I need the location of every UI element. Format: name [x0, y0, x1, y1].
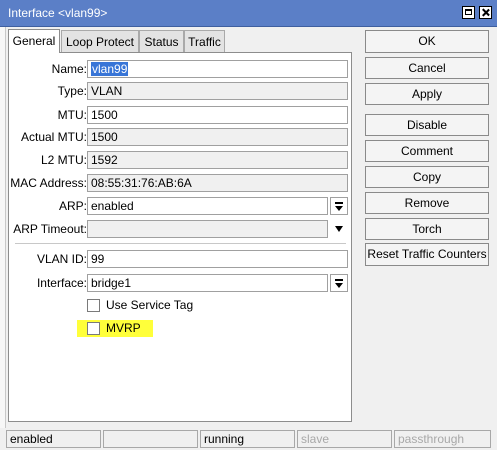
- actual-mtu-label: Actual MTU:: [20, 130, 87, 144]
- interface-label: Interface:: [36, 276, 87, 290]
- disable-button[interactable]: Disable: [365, 114, 489, 136]
- mvrp-label: MVRP: [106, 321, 141, 335]
- status-enabled: enabled: [6, 430, 101, 448]
- vlan-id-row: VLAN ID: 99: [9, 250, 353, 268]
- maximize-icon[interactable]: [462, 6, 475, 19]
- arp-select[interactable]: enabled: [87, 197, 328, 215]
- interface-row: Interface: bridge1: [9, 274, 353, 292]
- vlan-id-input[interactable]: 99: [87, 250, 348, 268]
- l2-mtu-row: L2 MTU: 1592: [9, 151, 353, 169]
- arp-row: ARP: enabled: [9, 197, 353, 215]
- interface-dropdown-icon[interactable]: [330, 274, 348, 292]
- arp-timeout-expand-icon[interactable]: [330, 220, 348, 238]
- apply-button[interactable]: Apply: [365, 83, 489, 105]
- tab-loop-protect[interactable]: Loop Protect: [61, 30, 139, 52]
- l2-mtu-label: L2 MTU:: [40, 153, 87, 167]
- interface-select[interactable]: bridge1: [87, 274, 328, 292]
- type-field: VLAN: [87, 82, 348, 100]
- mac-address-label: MAC Address:: [10, 176, 87, 190]
- reset-traffic-counters-button[interactable]: Reset Traffic Counters: [365, 243, 489, 266]
- name-label: Name:: [51, 62, 87, 76]
- status-empty: [103, 430, 198, 448]
- mtu-label: MTU:: [57, 108, 87, 122]
- divider: [15, 243, 346, 244]
- window-title: Interface <vlan99>: [8, 6, 108, 20]
- l2-mtu-field: 1592: [87, 151, 348, 169]
- type-label: Type:: [57, 84, 87, 98]
- vlan-id-label: VLAN ID:: [36, 252, 87, 266]
- copy-button[interactable]: Copy: [365, 166, 489, 188]
- cancel-button[interactable]: Cancel: [365, 57, 489, 79]
- comment-button[interactable]: Comment: [365, 140, 489, 162]
- use-service-tag-checkbox[interactable]: [87, 299, 100, 312]
- background-window-edge: [0, 27, 6, 450]
- tab-status[interactable]: Status: [139, 30, 184, 52]
- arp-timeout-field[interactable]: [87, 220, 328, 238]
- window-title-bar[interactable]: Interface <vlan99>: [0, 0, 497, 27]
- mac-address-row: MAC Address: 08:55:31:76:AB:6A: [9, 174, 353, 192]
- close-icon[interactable]: [479, 6, 492, 19]
- use-service-tag-label: Use Service Tag: [106, 298, 194, 312]
- tab-general[interactable]: General: [8, 29, 60, 53]
- status-passthrough: passthrough: [394, 430, 491, 448]
- name-value: vlan99: [91, 62, 129, 76]
- type-row: Type: VLAN: [9, 82, 353, 100]
- status-running: running: [200, 430, 295, 448]
- remove-button[interactable]: Remove: [365, 192, 489, 214]
- torch-button[interactable]: Torch: [365, 218, 489, 240]
- arp-label: ARP:: [58, 199, 87, 213]
- mtu-input[interactable]: 1500: [87, 106, 348, 124]
- general-panel: Name: vlan99 Type: VLAN MTU: 1500 Actual…: [8, 52, 352, 422]
- mac-address-field: 08:55:31:76:AB:6A: [87, 174, 348, 192]
- arp-timeout-label: ARP Timeout:: [13, 222, 87, 236]
- mtu-row: MTU: 1500: [9, 106, 353, 124]
- status-bar: enabled running slave passthrough: [0, 428, 497, 450]
- actual-mtu-row: Actual MTU: 1500: [9, 128, 353, 146]
- arp-dropdown-icon[interactable]: [330, 197, 348, 215]
- tab-traffic[interactable]: Traffic: [184, 30, 225, 52]
- name-row: Name: vlan99: [9, 60, 353, 78]
- ok-button[interactable]: OK: [365, 30, 489, 53]
- name-input[interactable]: vlan99: [87, 60, 348, 78]
- status-slave: slave: [297, 430, 392, 448]
- mvrp-checkbox[interactable]: [87, 322, 100, 335]
- arp-timeout-row: ARP Timeout:: [9, 220, 353, 238]
- actual-mtu-field: 1500: [87, 128, 348, 146]
